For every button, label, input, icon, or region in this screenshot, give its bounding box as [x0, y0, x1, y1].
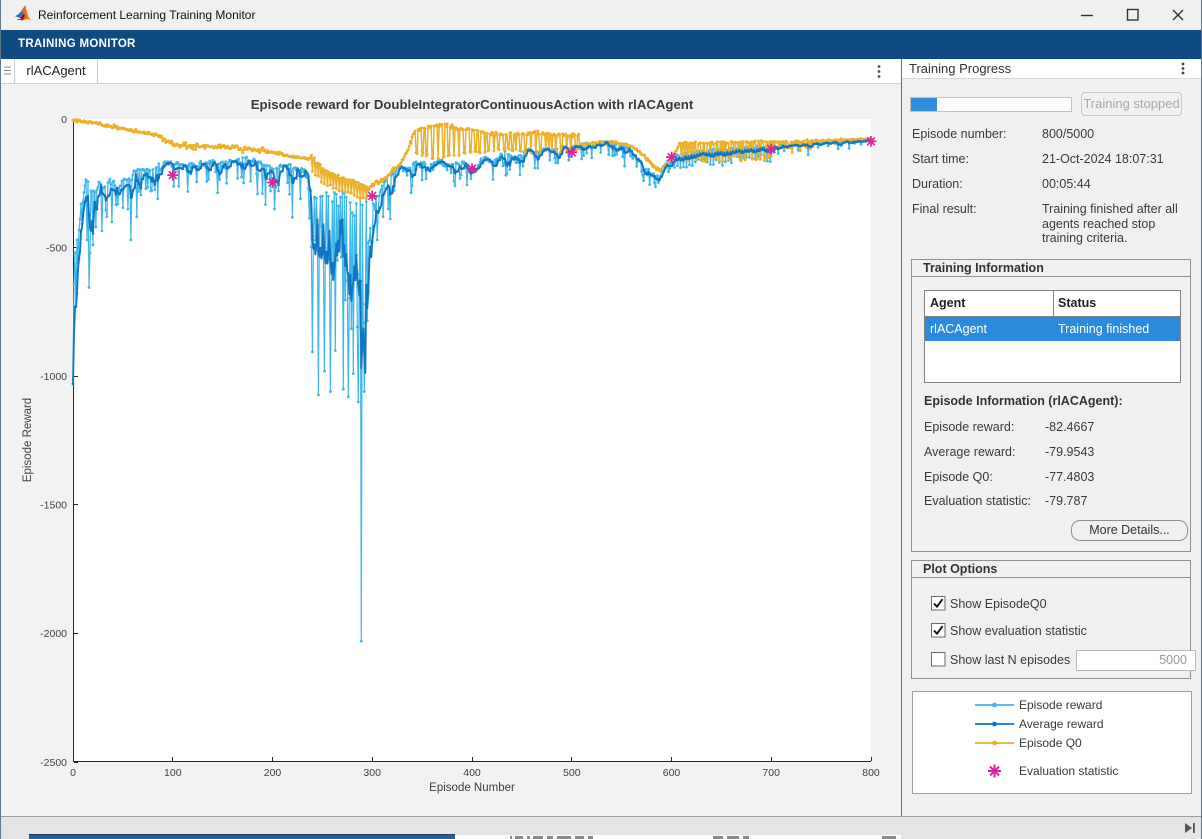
svg-text:200: 200 [264, 767, 282, 779]
svg-text:Average reward: Average reward [1019, 717, 1104, 731]
svg-text:Episode Q0: Episode Q0 [1019, 736, 1082, 750]
svg-text:600: 600 [663, 767, 681, 779]
svg-text:500: 500 [563, 767, 581, 779]
svg-text:0: 0 [70, 767, 76, 779]
svg-text:-2000: -2000 [40, 628, 67, 640]
svg-text:-500: -500 [46, 242, 67, 254]
svg-text:0: 0 [61, 114, 67, 126]
svg-text:-2500: -2500 [40, 757, 67, 769]
svg-text:400: 400 [463, 767, 481, 779]
svg-text:Evaluation statistic: Evaluation statistic [1019, 764, 1118, 778]
svg-text:700: 700 [762, 767, 780, 779]
svg-text:-1500: -1500 [40, 500, 67, 512]
svg-text:Episode Reward: Episode Reward [22, 398, 34, 482]
svg-text:Episode reward: Episode reward [1019, 698, 1102, 712]
svg-text:100: 100 [164, 767, 182, 779]
svg-text:Episode Number: Episode Number [429, 782, 515, 794]
svg-text:300: 300 [363, 767, 381, 779]
svg-text:Episode reward for DoubleInteg: Episode reward for DoubleIntegratorConti… [251, 97, 694, 112]
svg-text:800: 800 [862, 767, 880, 779]
svg-text:-1000: -1000 [40, 371, 67, 383]
